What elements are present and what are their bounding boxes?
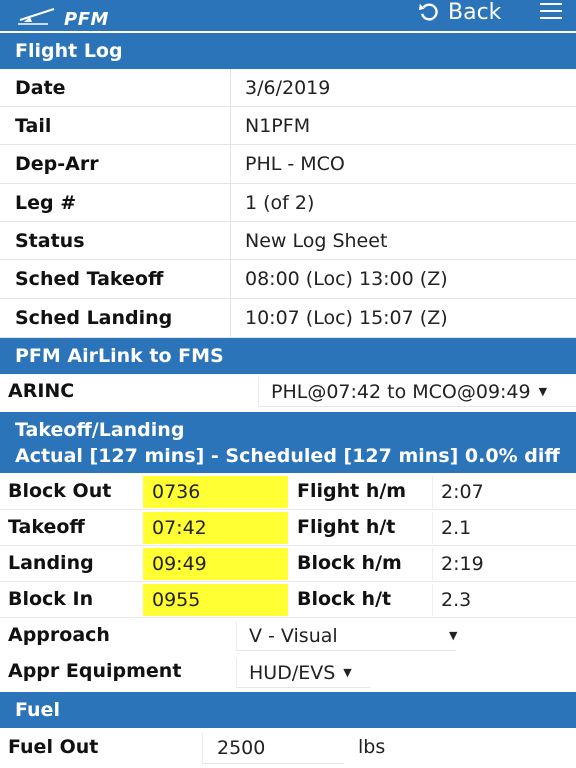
appr-equipment-value: HUD/EVS (249, 661, 336, 684)
takeoff-landing-header: Takeoff/Landing Actual [127 mins] - Sche… (0, 412, 576, 473)
airlink-title: PFM AirLink to FMS (15, 345, 224, 367)
row-label-2: Flight h/t (297, 516, 396, 538)
row-label: Block In (8, 588, 94, 610)
row-date: Date 3/6/2019 (0, 69, 576, 107)
arinc-label: ARINC (8, 380, 75, 402)
takeoff-landing-subtitle: Actual [127 mins] - Scheduled [127 mins]… (15, 444, 560, 467)
hamburger-menu-icon[interactable] (540, 3, 562, 21)
row-label: Sched Takeoff (15, 268, 164, 290)
row-value: 10:07 (Loc) 15:07 (Z) (245, 307, 448, 329)
row-label-2: Flight h/m (297, 480, 407, 502)
flight-log-title: Flight Log (15, 40, 123, 62)
row-label: Block Out (8, 480, 112, 502)
flight-hm-value: 2:07 (432, 476, 576, 508)
block-in-input[interactable]: 0955 (143, 584, 288, 616)
appr-equipment-label: Appr Equipment (8, 660, 182, 682)
row-sched-takeoff: Sched Takeoff 08:00 (Loc) 13:00 (Z) (0, 260, 576, 299)
row-dep-arr: Dep-Arr PHL - MCO (0, 145, 576, 184)
row-label: Leg # (15, 191, 77, 214)
row-label: Date (15, 76, 66, 99)
fuel-out-unit: lbs (358, 736, 386, 758)
approach-value: V - Visual (249, 624, 338, 647)
row-label: Sched Landing (15, 307, 173, 329)
airlink-header: PFM AirLink to FMS (0, 338, 576, 374)
plane-logo-icon (18, 8, 55, 25)
row-label: Landing (8, 552, 94, 574)
row-tail: Tail N1PFM (0, 107, 576, 145)
row-label-2: Block h/m (297, 552, 402, 574)
fuel-title: Fuel (15, 699, 60, 721)
flight-log-header: Flight Log (0, 33, 576, 69)
dropdown-arrow-icon: ▼ (449, 629, 458, 642)
row-status: Status New Log Sheet (0, 222, 576, 260)
row-block-out: Block Out 0736 Flight h/m 2:07 (0, 474, 576, 510)
dropdown-arrow-icon: ▼ (538, 385, 548, 398)
row-value: 1 (of 2) (245, 191, 315, 214)
fuel-out-row: Fuel Out 2500 lbs (0, 728, 576, 768)
pfm-logo: PFM (18, 6, 128, 30)
row-value: PHL - MCO (245, 153, 345, 175)
row-sched-landing: Sched Landing 10:07 (Loc) 15:07 (Z) (0, 299, 576, 338)
arinc-value: PHL@07:42 to MCO@09:49 (271, 380, 531, 403)
row-block-in: Block In 0955 Block h/t 2.3 (0, 582, 576, 618)
row-label: Dep-Arr (15, 153, 99, 175)
fuel-out-input[interactable]: 2500 (202, 732, 344, 764)
dropdown-arrow-icon: ▼ (343, 666, 352, 679)
back-button[interactable]: Back (418, 0, 502, 25)
row-value: N1PFM (245, 114, 311, 137)
flight-ht-value: 2.1 (432, 512, 576, 544)
block-ht-value: 2.3 (432, 584, 576, 616)
fuel-header: Fuel (0, 692, 576, 728)
row-leg: Leg # 1 (of 2) (0, 184, 576, 222)
row-label: Status (15, 229, 85, 252)
row-value: New Log Sheet (245, 229, 388, 252)
takeoff-landing-title: Takeoff/Landing (15, 418, 185, 441)
block-hm-value: 2:19 (432, 548, 576, 580)
row-takeoff: Takeoff 07:42 Flight h/t 2.1 (0, 510, 576, 546)
logo-text: PFM (64, 9, 109, 30)
top-bar: PFM Back (0, 0, 576, 31)
row-value: 3/6/2019 (245, 76, 331, 99)
fuel-out-label: Fuel Out (8, 736, 99, 758)
appr-equipment-select[interactable]: HUD/EVS ▼ (236, 658, 370, 688)
row-value: 08:00 (Loc) 13:00 (Z) (245, 268, 448, 290)
takeoff-input[interactable]: 07:42 (143, 512, 288, 544)
undo-arrow-icon (418, 3, 438, 21)
appr-equipment-row: Appr Equipment HUD/EVS ▼ (0, 654, 576, 691)
arinc-select[interactable]: PHL@07:42 to MCO@09:49 ▼ (258, 377, 576, 407)
landing-input[interactable]: 09:49 (143, 548, 288, 580)
row-label: Tail (15, 114, 52, 137)
approach-row: Approach V - Visual ▼ (0, 618, 576, 654)
block-out-input[interactable]: 0736 (143, 476, 288, 508)
back-label: Back (448, 0, 502, 25)
approach-select[interactable]: V - Visual ▼ (236, 621, 458, 651)
approach-label: Approach (8, 624, 110, 646)
row-label-2: Block h/t (297, 588, 392, 610)
row-landing: Landing 09:49 Block h/m 2:19 (0, 546, 576, 582)
row-label: Takeoff (8, 516, 85, 538)
arinc-row: ARINC PHL@07:42 to MCO@09:49 ▼ (0, 374, 576, 410)
